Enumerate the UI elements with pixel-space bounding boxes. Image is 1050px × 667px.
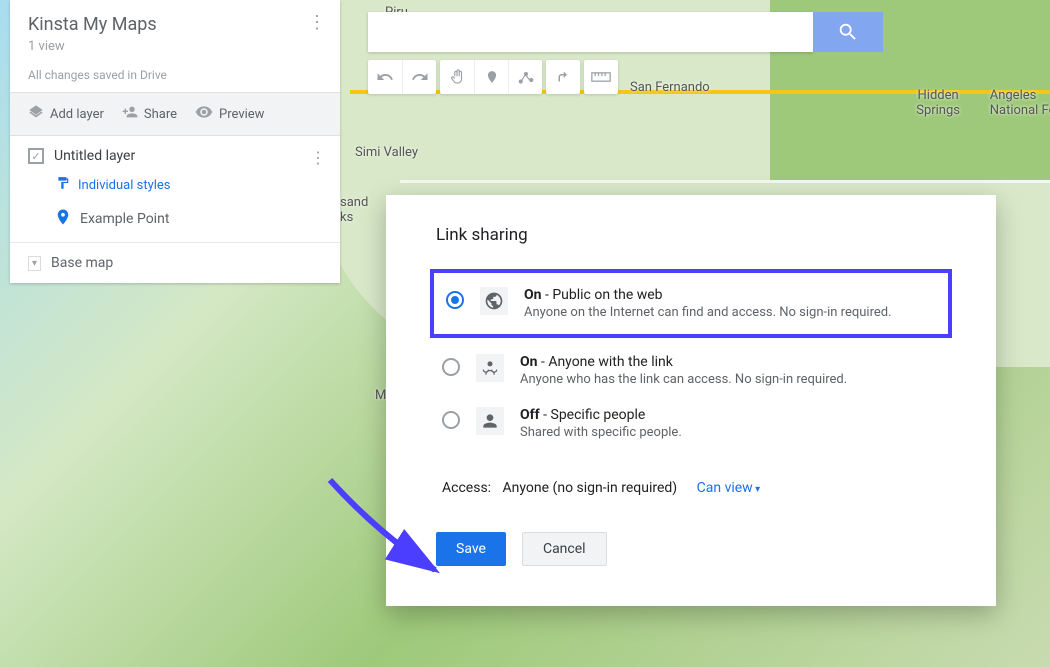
person-add-icon xyxy=(122,104,138,124)
opt3-desc: Shared with specific people. xyxy=(520,425,940,440)
add-marker-button[interactable] xyxy=(474,60,508,94)
opt2-bold: On xyxy=(520,354,538,370)
share-label: Share xyxy=(144,107,177,122)
ruler-icon xyxy=(591,71,611,83)
map-more-menu[interactable]: ⋮ xyxy=(308,12,326,33)
map-label-angeles: Angeles National Fo xyxy=(990,88,1050,118)
link-person-icon xyxy=(476,354,504,382)
option-link[interactable]: On - Anyone with the link Anyone who has… xyxy=(436,344,946,397)
link-sharing-dialog: Link sharing On - Public on the web Anyo… xyxy=(386,195,996,606)
view-count: 1 view xyxy=(28,39,322,54)
map-label-m: M xyxy=(375,388,386,403)
add-layer-label: Add layer xyxy=(50,107,104,122)
layer-more-menu[interactable]: ⋮ xyxy=(310,148,326,167)
paint-roller-icon xyxy=(56,176,70,194)
access-value: Anyone (no sign-in required) xyxy=(503,480,678,496)
search-icon xyxy=(837,21,859,43)
redo-button[interactable] xyxy=(402,60,436,94)
search-button[interactable] xyxy=(813,12,883,52)
style-label: Individual styles xyxy=(78,178,171,193)
search-input[interactable] xyxy=(368,12,813,52)
polyline-icon xyxy=(517,68,535,86)
preview-label: Preview xyxy=(219,107,264,122)
option-specific[interactable]: Off - Specific people Shared with specif… xyxy=(436,397,946,450)
person-icon xyxy=(476,407,504,435)
option-public[interactable]: On - Public on the web Anyone on the Int… xyxy=(430,269,952,338)
directions-icon xyxy=(554,68,572,86)
map-label-simi: Simi Valley xyxy=(355,145,418,160)
opt2-rest: - Anyone with the link xyxy=(538,354,673,370)
eye-icon xyxy=(195,103,213,125)
sidebar-panel: Kinsta My Maps 1 view All changes saved … xyxy=(10,0,340,283)
preview-button[interactable]: Preview xyxy=(195,103,264,125)
basemap-label: Base map xyxy=(51,255,113,271)
radio-link[interactable] xyxy=(442,358,460,376)
measure-button[interactable] xyxy=(584,60,618,94)
draw-line-button[interactable] xyxy=(508,60,542,94)
dialog-title: Link sharing xyxy=(436,225,946,245)
layers-icon xyxy=(28,104,44,124)
add-layer-button[interactable]: Add layer xyxy=(28,104,104,124)
map-label-sanfernando: San Fernando xyxy=(630,80,710,95)
undo-icon xyxy=(376,68,394,86)
individual-styles-button[interactable]: Individual styles xyxy=(56,176,322,194)
basemap-row[interactable]: ▾ Base map xyxy=(10,242,340,283)
cancel-button[interactable]: Cancel xyxy=(522,532,607,566)
opt2-desc: Anyone who has the link can access. No s… xyxy=(520,372,940,387)
access-label: Access: xyxy=(442,480,491,496)
can-view-dropdown[interactable]: Can view xyxy=(697,480,761,496)
layer-name[interactable]: Untitled layer xyxy=(54,148,135,164)
example-point-item[interactable]: Example Point xyxy=(54,208,322,230)
redo-icon xyxy=(411,68,429,86)
opt3-rest: - Specific people xyxy=(540,407,646,423)
radio-public[interactable] xyxy=(446,291,464,309)
opt3-bold: Off xyxy=(520,407,540,423)
share-button[interactable]: Share xyxy=(122,104,177,124)
marker-icon xyxy=(485,68,499,86)
map-label-hidden: Hidden Springs xyxy=(916,88,960,118)
directions-button[interactable] xyxy=(546,60,580,94)
undo-button[interactable] xyxy=(368,60,402,94)
pan-tool-button[interactable] xyxy=(440,60,474,94)
save-button[interactable]: Save xyxy=(436,532,506,566)
globe-icon xyxy=(480,287,508,315)
opt1-desc: Anyone on the Internet can find and acce… xyxy=(524,305,936,320)
radio-specific[interactable] xyxy=(442,411,460,429)
chevron-down-icon: ▾ xyxy=(28,256,41,271)
map-label-sand: sand ks xyxy=(340,195,368,225)
map-title[interactable]: Kinsta My Maps xyxy=(28,14,322,35)
save-status: All changes saved in Drive xyxy=(28,68,322,82)
layer-checkbox-icon[interactable]: ✓ xyxy=(28,148,44,164)
hand-icon xyxy=(448,68,466,86)
opt1-rest: - Public on the web xyxy=(542,287,663,303)
opt1-bold: On xyxy=(524,287,542,303)
pin-icon xyxy=(54,208,72,230)
point-label: Example Point xyxy=(80,211,169,227)
